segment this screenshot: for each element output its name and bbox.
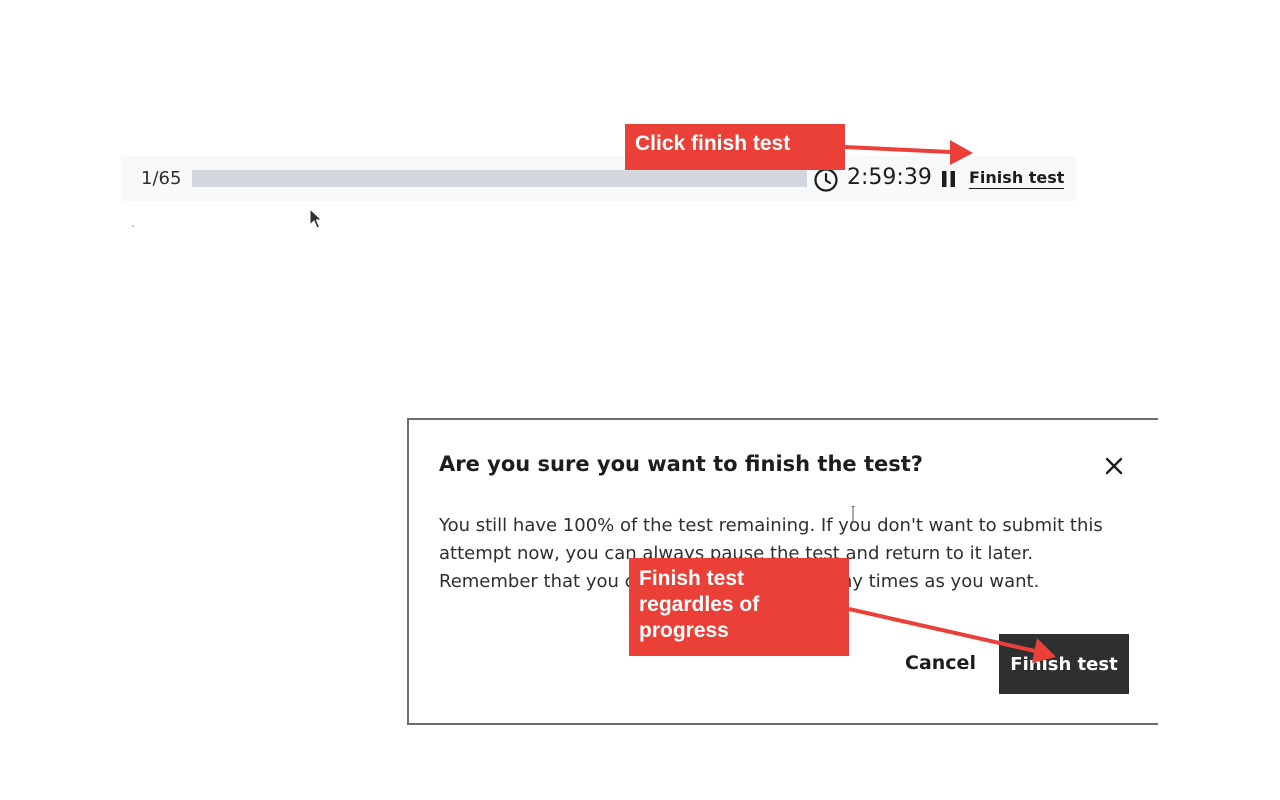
question-counter: 1/65 (141, 168, 182, 189)
progress-bar (192, 170, 807, 187)
annotation-arrow-top (844, 145, 951, 154)
finish-test-button[interactable]: Finish test (999, 634, 1129, 694)
dialog-title: Are you sure you want to finish the test… (439, 452, 923, 476)
test-header-bar: 1/65 2:59:39 Finish test (121, 156, 1076, 201)
cancel-button[interactable]: Cancel (905, 652, 976, 674)
countdown-timer: 2:59:39 (847, 165, 932, 190)
finish-test-link[interactable]: Finish test (969, 168, 1065, 189)
annotation-click-finish: Click finish test (625, 124, 845, 170)
page-canvas: 1/65 2:59:39 Finish test Are you sure yo… (0, 0, 1280, 800)
annotation-finish-regardless: Finish test regardles of progress (629, 558, 849, 656)
pause-icon[interactable] (940, 170, 958, 188)
text-cursor-icon (851, 506, 855, 522)
close-icon[interactable] (1102, 454, 1126, 478)
clock-icon (814, 168, 838, 192)
mouse-pointer-icon (309, 208, 323, 229)
speck (132, 225, 134, 227)
